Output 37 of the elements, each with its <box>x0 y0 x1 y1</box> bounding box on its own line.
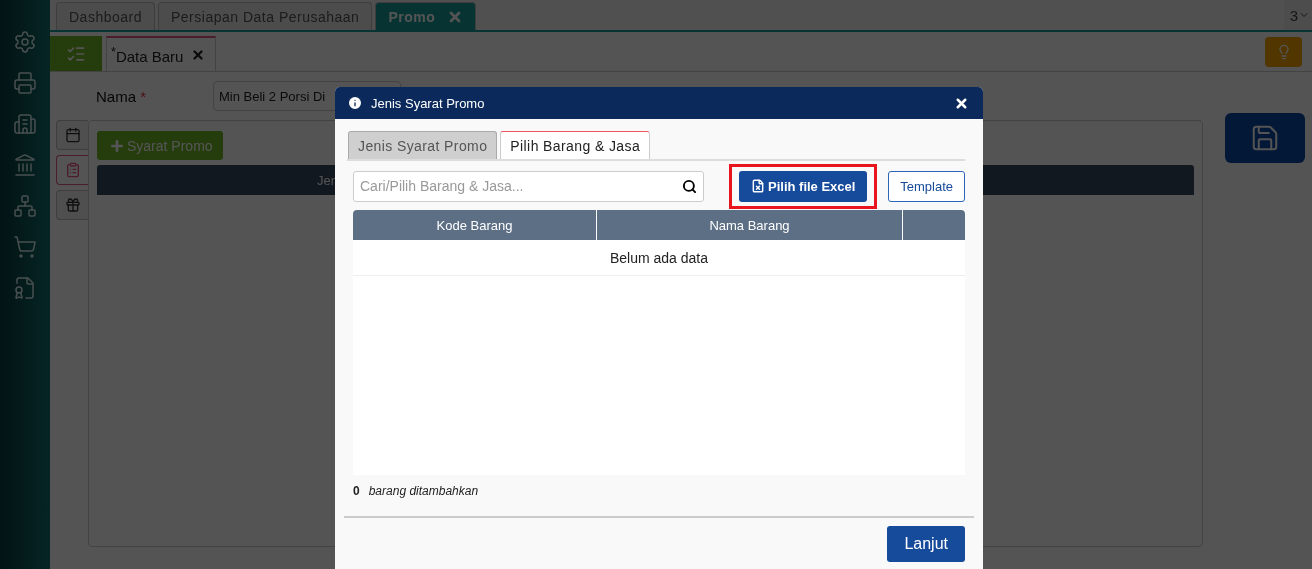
column-header: Kode Barang <box>353 210 597 240</box>
calendar-icon <box>64 127 81 143</box>
hint-button[interactable] <box>1265 36 1302 67</box>
network-icon[interactable] <box>13 194 37 218</box>
plus-icon <box>109 137 125 154</box>
dialog-tab[interactable]: Jenis Syarat Promo <box>348 131 498 159</box>
building-icon[interactable] <box>13 112 37 136</box>
side-tab[interactable] <box>56 190 88 220</box>
item-count: 0 <box>353 484 360 498</box>
empty-message: Belum ada data <box>353 240 965 276</box>
side-tab[interactable] <box>56 155 88 185</box>
document-icon[interactable] <box>13 276 37 300</box>
page-tab[interactable]: Promo <box>375 2 477 30</box>
item-count-label: barang ditambahkan <box>368 484 479 498</box>
printer-icon[interactable] <box>13 71 37 95</box>
excel-file-icon <box>751 179 765 193</box>
excel-file-button[interactable]: Pilih file Excel <box>739 170 868 202</box>
info-icon <box>347 95 363 111</box>
dialog-tab[interactable]: Pilih Barang & Jasa <box>500 131 651 159</box>
bank-icon[interactable] <box>13 153 37 177</box>
template-button[interactable]: Template <box>888 170 965 202</box>
clipboard-icon <box>64 162 81 178</box>
gift-icon <box>64 197 81 213</box>
list-button[interactable] <box>50 36 102 71</box>
column-header: Nama Barang <box>597 210 903 240</box>
settings-icon[interactable] <box>13 30 37 54</box>
field-label: Nama * <box>96 87 148 105</box>
document-tab[interactable]: $^{*}$Data Baru <box>106 36 217 71</box>
save-icon <box>1250 123 1280 153</box>
next-button[interactable]: Lanjut <box>887 526 965 562</box>
close-icon[interactable] <box>954 95 969 111</box>
add-condition-button[interactable]: Syarat Promo <box>97 131 223 160</box>
search-field[interactable]: Cari/Pilih Barang & Jasa... <box>353 170 704 202</box>
cart-icon[interactable] <box>13 235 37 259</box>
side-tab[interactable] <box>56 120 88 150</box>
search-icon[interactable] <box>682 178 697 194</box>
save-button[interactable] <box>1225 113 1305 163</box>
